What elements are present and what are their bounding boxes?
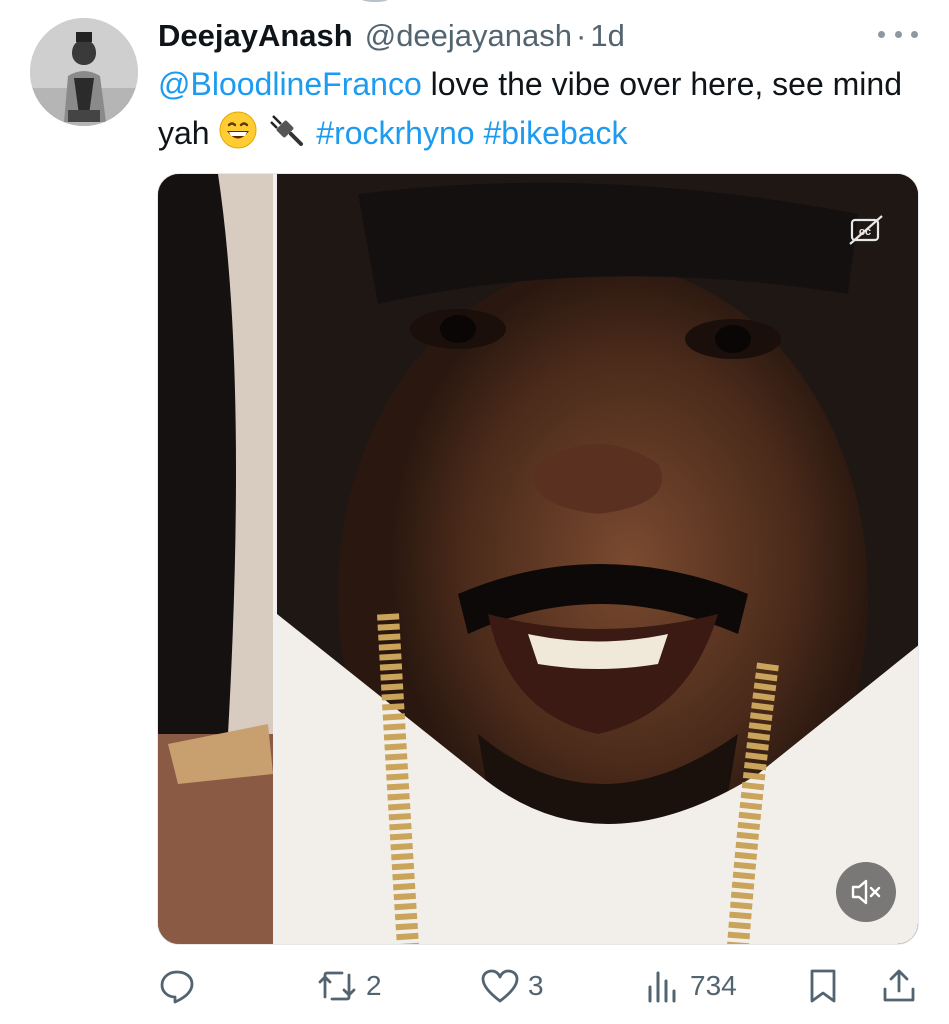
share-icon — [883, 969, 915, 1002]
display-name[interactable]: DeejayAnash — [158, 18, 353, 54]
tweet-actions: 2 3 734 — [158, 960, 928, 1014]
like-icon — [481, 969, 519, 1003]
retweet-count: 2 — [366, 970, 382, 1001]
retweet-button[interactable]: 2 — [316, 966, 382, 1006]
reply-icon — [160, 970, 194, 1004]
timestamp[interactable]: 1d — [590, 18, 624, 54]
electric-plug-emoji-icon — [270, 115, 304, 146]
captions-icon[interactable]: cc — [846, 212, 886, 248]
separator-dot: · — [576, 18, 587, 53]
views-icon — [648, 971, 676, 1003]
retweet-icon — [318, 971, 356, 1001]
view-count: 734 — [690, 970, 737, 1001]
hashtag-link[interactable]: #rockrhyno — [316, 115, 474, 151]
tweet-header: DeejayAnash @deejayanash · 1d — [158, 14, 625, 58]
bookmark-button[interactable] — [806, 966, 840, 1006]
tweet-text: @BloodlineFranco love the vibe over here… — [158, 60, 928, 158]
video-frame — [158, 174, 918, 944]
share-button[interactable] — [880, 966, 918, 1006]
like-button[interactable]: 3 — [480, 966, 544, 1006]
views-button[interactable]: 734 — [644, 966, 737, 1006]
bookmark-icon — [810, 969, 836, 1003]
mute-icon — [851, 879, 881, 905]
hashtag-link[interactable]: #bikeback — [483, 115, 627, 151]
mention-link[interactable]: @BloodlineFranco — [158, 66, 422, 102]
video-player[interactable]: cc — [157, 173, 919, 945]
mute-button[interactable] — [836, 862, 896, 922]
avatar[interactable] — [30, 18, 138, 126]
like-count: 3 — [528, 970, 544, 1001]
reply-button[interactable] — [158, 966, 204, 1006]
user-handle[interactable]: @deejayanash — [365, 18, 572, 54]
tweet[interactable]: DeejayAnash @deejayanash · 1d @Bloodline… — [0, 0, 949, 1024]
avatar-image — [30, 18, 138, 126]
more-icon[interactable] — [878, 24, 918, 44]
grinning-face-emoji-icon — [219, 111, 257, 149]
